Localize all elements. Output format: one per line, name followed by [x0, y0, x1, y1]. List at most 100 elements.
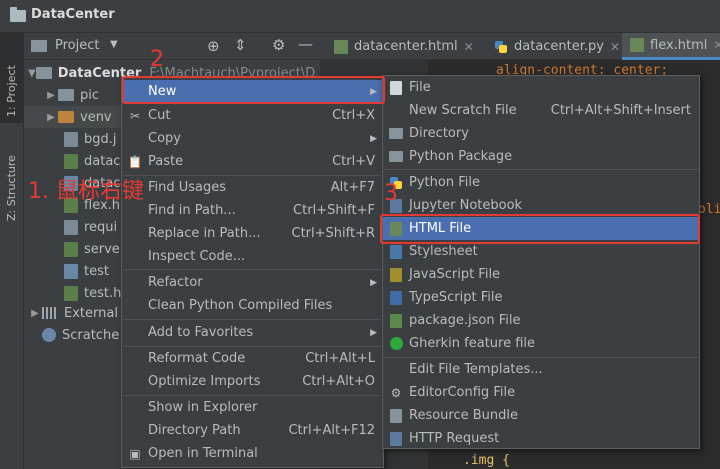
- menu-item-label: EditorConfig File: [409, 385, 516, 400]
- menu-item-label: JavaScript File: [409, 267, 501, 282]
- menu-item-paste[interactable]: 📋 Paste Ctrl+V: [122, 150, 383, 173]
- tab-label: datacenter.py: [514, 39, 604, 54]
- submenu-arrow-icon: ▶: [370, 133, 377, 144]
- typescript-file-icon: [389, 290, 403, 305]
- close-icon[interactable]: ✕: [713, 38, 720, 52]
- new-submenu: File New Scratch File Ctrl+Alt+Shift+Ins…: [382, 75, 700, 449]
- menu-item-label: Open in Terminal: [148, 446, 258, 461]
- tree-item-label: test.h: [84, 285, 122, 301]
- menu-item-label: New Scratch File: [409, 103, 517, 118]
- menu-item-add-to-favorites[interactable]: Add to Favorites ▶: [122, 321, 383, 344]
- menu-shortcut: Ctrl+Alt+O: [302, 374, 375, 389]
- menu-item-label: Reformat Code: [148, 351, 246, 366]
- api-file-icon: [389, 431, 403, 446]
- menu-item-reformat-code[interactable]: Reformat Code Ctrl+Alt+L: [122, 347, 383, 370]
- folder-icon: [35, 67, 52, 79]
- menu-separator: [384, 169, 698, 170]
- menu-item-label: Cut: [148, 108, 171, 123]
- tab-datacenter-py[interactable]: datacenter.py ✕: [486, 33, 622, 60]
- folder-icon: [389, 127, 403, 141]
- close-icon[interactable]: ✕: [464, 40, 474, 54]
- submenu-item-directory[interactable]: Directory: [383, 122, 699, 145]
- python-file-icon: [494, 40, 508, 54]
- submenu-item-python-package[interactable]: Python Package: [383, 145, 699, 168]
- menu-item-refactor[interactable]: Refactor ▶: [122, 271, 383, 294]
- menu-separator: [123, 319, 382, 320]
- menu-item-label: Clean Python Compiled Files: [148, 298, 333, 313]
- submenu-item-editorconfig[interactable]: ⚙ EditorConfig File: [383, 381, 699, 404]
- chevron-down-icon[interactable]: ▼: [28, 68, 36, 79]
- menu-item-label: Copy: [148, 131, 181, 146]
- menu-shortcut: Ctrl+Alt+L: [305, 351, 375, 366]
- project-tool-tab[interactable]: 1: Project: [0, 33, 23, 123]
- chevron-right-icon[interactable]: ▶: [44, 90, 58, 101]
- submenu-item-gherkin[interactable]: Gherkin feature file: [383, 332, 699, 355]
- submenu-item-javascript-file[interactable]: JavaScript File: [383, 263, 699, 286]
- menu-item-label: Gherkin feature file: [409, 336, 536, 351]
- tab-flex-html[interactable]: flex.html ✕: [622, 33, 720, 60]
- tree-item-label: test: [84, 263, 109, 279]
- menu-item-optimize-imports[interactable]: Optimize Imports Ctrl+Alt+O: [122, 370, 383, 393]
- annotation-box-html-file: [380, 214, 700, 244]
- minimize-icon[interactable]: —: [298, 35, 313, 53]
- clipboard-icon: 📋: [127, 154, 143, 169]
- file-icon: [389, 80, 403, 95]
- submenu-item-edit-file-templates[interactable]: Edit File Templates...: [383, 358, 699, 381]
- project-view-label[interactable]: Project: [55, 38, 99, 53]
- html-file-icon: [334, 39, 348, 54]
- menu-item-label: Inspect Code...: [148, 249, 246, 264]
- submenu-item-package-json[interactable]: package.json File: [383, 309, 699, 332]
- project-tab-label: 1: Project: [5, 65, 18, 117]
- menu-item-directory-path[interactable]: Directory Path Ctrl+Alt+F12: [122, 419, 383, 442]
- image-file-icon: [64, 131, 78, 147]
- project-view-icon: [31, 40, 47, 52]
- menu-item-label: package.json File: [409, 313, 521, 328]
- menu-item-find-usages[interactable]: Find Usages Alt+F7: [122, 176, 383, 199]
- submenu-item-file[interactable]: File: [383, 76, 699, 99]
- menu-shortcut: Ctrl+Shift+F: [293, 203, 375, 218]
- title-bar: DataCenter: [0, 0, 720, 33]
- menu-shortcut: Ctrl+Alt+F12: [288, 423, 375, 438]
- submenu-item-typescript-file[interactable]: TypeScript File: [383, 286, 699, 309]
- menu-item-open-in-terminal[interactable]: ▣ Open in Terminal: [122, 442, 383, 465]
- text-file-icon: [64, 219, 78, 235]
- submenu-item-new-scratch-file[interactable]: New Scratch File Ctrl+Alt+Shift+Insert: [383, 99, 699, 122]
- folder-icon: [58, 89, 74, 101]
- menu-shortcut: Ctrl+Shift+R: [291, 226, 376, 241]
- annotation-step-1: 1. 鼠标右键: [28, 179, 144, 204]
- menu-item-cut[interactable]: ✂ Cut Ctrl+X: [122, 104, 383, 127]
- menu-item-clean-python-compiled[interactable]: Clean Python Compiled Files: [122, 294, 383, 317]
- tool-window-stripe: 1: Project Z: Structure: [0, 33, 24, 469]
- project-toolbar: Project ▼ ⊕ ⇕ ⚙ —: [24, 33, 320, 60]
- close-icon[interactable]: ✕: [610, 40, 620, 54]
- chevron-right-icon[interactable]: ▶: [28, 308, 42, 319]
- context-menu: New ▶ ✂ Cut Ctrl+X Copy ▶ 📋 Paste Ctrl+V…: [121, 77, 384, 468]
- locate-icon[interactable]: ⊕: [207, 37, 220, 55]
- tree-item-label: bgd.j: [84, 131, 117, 147]
- menu-item-label: Stylesheet: [409, 244, 478, 259]
- menu-item-inspect-code[interactable]: Inspect Code...: [122, 245, 383, 268]
- gear-icon: ⚙: [390, 385, 402, 400]
- project-folder-icon: [10, 7, 26, 22]
- bundle-icon: [389, 408, 403, 423]
- structure-tab-label[interactable]: Z: Structure: [5, 155, 18, 221]
- submenu-item-python-file[interactable]: Python File: [383, 171, 699, 194]
- annotation-box-new: [122, 76, 385, 104]
- tree-item-label: requi: [84, 219, 118, 235]
- annotation-step-2: 2: [150, 47, 164, 72]
- html-file-icon: [630, 38, 644, 52]
- menu-item-copy[interactable]: Copy ▶: [122, 127, 383, 150]
- tab-datacenter-html[interactable]: datacenter.html ✕: [326, 33, 486, 60]
- python-file-icon: [64, 263, 78, 279]
- submenu-item-http-request[interactable]: HTTP Request: [383, 427, 699, 450]
- menu-item-show-in-explorer[interactable]: Show in Explorer: [122, 396, 383, 419]
- library-icon: [42, 307, 58, 319]
- menu-item-replace-in-path[interactable]: Replace in Path... Ctrl+Shift+R: [122, 222, 383, 245]
- chevron-right-icon[interactable]: ▶: [44, 112, 58, 123]
- menu-item-find-in-path[interactable]: Find in Path... Ctrl+Shift+F: [122, 199, 383, 222]
- collapse-icon[interactable]: ⇕: [234, 36, 247, 54]
- chevron-down-icon[interactable]: ▼: [110, 39, 118, 50]
- window-title: DataCenter: [31, 7, 115, 22]
- submenu-item-resource-bundle[interactable]: Resource Bundle: [383, 404, 699, 427]
- gear-icon[interactable]: ⚙: [272, 36, 285, 54]
